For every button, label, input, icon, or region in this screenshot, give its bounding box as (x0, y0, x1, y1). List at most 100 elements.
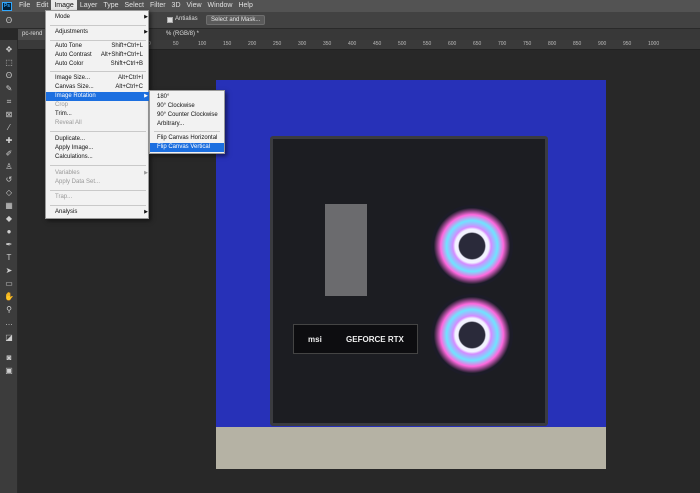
ruler-label: 350 (323, 41, 332, 47)
menu-window[interactable]: Window (205, 0, 236, 12)
menu-auto-color[interactable]: Auto Color Shift+Ctrl+B (46, 60, 150, 69)
ruler-label: 800 (548, 41, 557, 47)
ruler-label: 900 (598, 41, 607, 47)
chevron-right-icon: ▶ (144, 209, 148, 215)
screen-mode-icon[interactable]: ▣ (3, 365, 15, 376)
menu-duplicate-label: Duplicate... (55, 136, 86, 142)
rotate-arbitrary[interactable]: Arbitrary... (150, 120, 224, 129)
menu-crop[interactable]: Crop (46, 101, 150, 110)
ruler-label: 200 (248, 41, 257, 47)
ruler-label: 950 (623, 41, 632, 47)
rotate-90-counter-clockwise[interactable]: 90° Counter Clockwise (150, 111, 224, 120)
lasso-tool-icon[interactable]: ʘ (3, 70, 15, 81)
brush-tool-icon[interactable]: ✐ (3, 148, 15, 159)
menu-trim-label: Trim... (55, 111, 72, 117)
antialias-checkbox[interactable] (167, 17, 173, 23)
rotate-90-clockwise[interactable]: 90° Clockwise (150, 102, 224, 111)
menu-file[interactable]: File (16, 0, 33, 12)
menu-divider (50, 71, 146, 72)
menu-analysis-label: Analysis (55, 209, 78, 215)
quick-select-tool-icon[interactable]: ✎ (3, 83, 15, 94)
pen-tool-icon[interactable]: ✒ (3, 239, 15, 250)
menu-divider (50, 190, 146, 191)
chevron-right-icon: ▶ (144, 29, 148, 35)
menu-trap-label: Trap... (55, 194, 73, 200)
rotate-180[interactable]: 180° (150, 93, 224, 102)
shape-tool-icon[interactable]: ▭ (3, 278, 15, 289)
canvas-image[interactable]: msi GEFORCE RTX (216, 80, 606, 469)
menu-adjustments[interactable]: Adjustments ▶ (46, 28, 150, 37)
shortcut-label: Alt+Ctrl+I (117, 75, 143, 81)
gradient-tool-icon[interactable]: ▦ (3, 200, 15, 211)
zoom-tool-icon[interactable]: ⚲ (3, 304, 15, 315)
ruler-label: 650 (473, 41, 482, 47)
menu-view[interactable]: View (184, 0, 205, 12)
menu-auto-tone[interactable]: Auto Tone Shift+Ctrl+L (46, 42, 150, 51)
menu-3d[interactable]: 3D (169, 0, 184, 12)
menu-divider (50, 131, 146, 132)
crop-tool-icon[interactable]: ⌗ (3, 96, 15, 107)
menu-canvas-size[interactable]: Canvas Size... Alt+Ctrl+C (46, 83, 150, 92)
menu-divider (50, 25, 146, 26)
menu-variables-label: Variables (55, 170, 80, 176)
image-menu-dropdown: Mode ▶ Adjustments ▶ Auto Tone Shift+Ctrl+L… (45, 10, 150, 219)
chevron-right-icon: ▶ (144, 170, 148, 176)
photoshop-logo-icon: Ps (2, 1, 12, 11)
menu-auto-contrast[interactable]: Auto Contrast Alt+Shift+Ctrl+L (46, 51, 150, 60)
floor-surface (216, 427, 606, 469)
lasso-icon[interactable]: ʘ (3, 15, 15, 26)
ruler-label: 250 (273, 41, 282, 47)
marquee-tool-icon[interactable]: ⬚ (3, 57, 15, 68)
menu-apply-image-label: Apply Image... (55, 145, 94, 151)
menu-trim[interactable]: Trim... (46, 110, 150, 119)
menu-calculations[interactable]: Calculations... (46, 153, 150, 162)
hand-tool-icon[interactable]: ✋ (3, 291, 15, 302)
more-tools-icon[interactable]: … (3, 317, 15, 328)
menu-variables[interactable]: Variables ▶ (46, 169, 150, 178)
menu-auto-tone-label: Auto Tone (55, 43, 82, 49)
menu-divider (50, 165, 146, 166)
menu-image-size[interactable]: Image Size... Alt+Ctrl+I (46, 74, 150, 83)
graphics-card: msi GEFORCE RTX (293, 324, 418, 354)
dodge-tool-icon[interactable]: ● (3, 226, 15, 237)
menu-mode[interactable]: Mode ▶ (46, 13, 150, 22)
menu-reveal-all[interactable]: Reveal All (46, 119, 150, 128)
menu-divider (50, 205, 146, 206)
menu-image-rotation-label: Image Rotation (55, 93, 96, 99)
menu-duplicate[interactable]: Duplicate... (46, 135, 150, 144)
menu-reveal-all-label: Reveal All (55, 120, 82, 126)
stamp-tool-icon[interactable]: ♙ (3, 161, 15, 172)
history-brush-tool-icon[interactable]: ↺ (3, 174, 15, 185)
eraser-tool-icon[interactable]: ◇ (3, 187, 15, 198)
menu-apply-data-set[interactable]: Apply Data Set... (46, 178, 150, 187)
blur-tool-icon[interactable]: ◆ (3, 213, 15, 224)
flip-canvas-horizontal[interactable]: Flip Canvas Horizontal (150, 134, 224, 143)
color-swatches-icon[interactable]: ◪ (3, 332, 15, 343)
document-tab[interactable]: pc-rend (18, 29, 47, 40)
ruler-label: 150 (223, 41, 232, 47)
ruler-label: 550 (423, 41, 432, 47)
shortcut-label: Shift+Ctrl+B (110, 61, 143, 67)
menu-apply-image[interactable]: Apply Image... (46, 144, 150, 153)
frame-tool-icon[interactable]: ⊠ (3, 109, 15, 120)
path-select-tool-icon[interactable]: ➤ (3, 265, 15, 276)
menu-divider (154, 131, 220, 132)
menu-analysis[interactable]: Analysis ▶ (46, 208, 150, 217)
eyedropper-tool-icon[interactable]: ⁄ (3, 122, 15, 133)
select-and-mask-button[interactable]: Select and Mask... (206, 15, 266, 25)
ruler-label: 850 (573, 41, 582, 47)
ruler-label: 700 (498, 41, 507, 47)
menu-help[interactable]: Help (235, 0, 255, 12)
flip-canvas-vertical[interactable]: Flip Canvas Vertical (150, 143, 224, 152)
menu-auto-contrast-label: Auto Contrast (55, 52, 92, 58)
type-tool-icon[interactable]: T (3, 252, 15, 263)
menu-trap[interactable]: Trap... (46, 193, 150, 202)
menu-image-rotation[interactable]: Image Rotation ▶ (46, 92, 150, 101)
quick-mask-icon[interactable]: ◙ (3, 352, 15, 363)
ruler-label: 1000 (648, 41, 660, 47)
move-tool-icon[interactable]: ✥ (3, 44, 15, 55)
image-rotation-submenu: 180° 90° Clockwise 90° Counter Clockwise… (149, 90, 225, 154)
ruler-label: 500 (398, 41, 407, 47)
healing-brush-tool-icon[interactable]: ✚ (3, 135, 15, 146)
menu-filter[interactable]: Filter (147, 0, 169, 12)
